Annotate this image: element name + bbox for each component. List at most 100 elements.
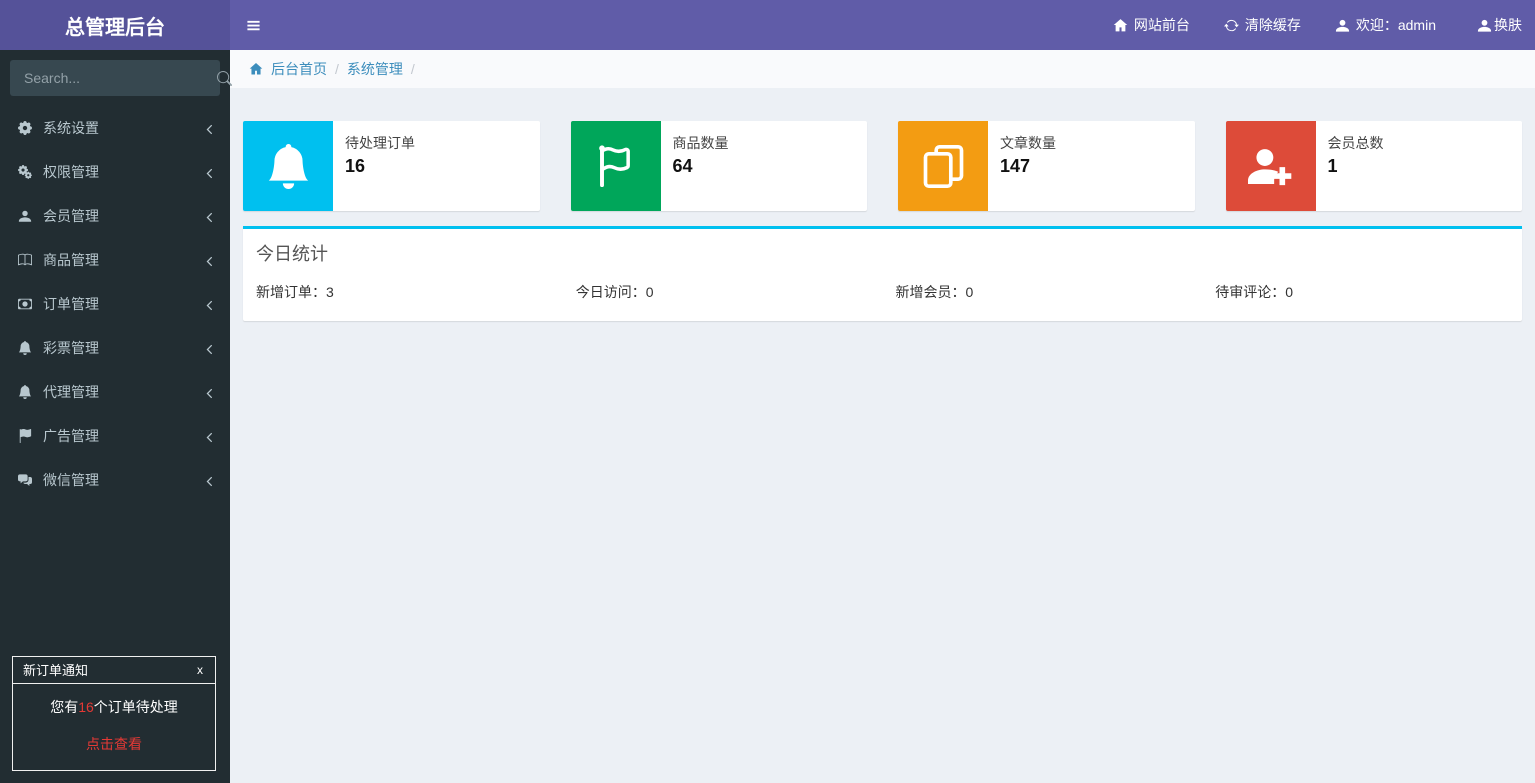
app-logo[interactable]: 总管理后台 — [0, 0, 230, 50]
stat-card-pending-orders: 待处理订单 16 — [243, 121, 540, 211]
copy-icon — [898, 121, 988, 211]
flag-icon — [15, 429, 35, 443]
breadcrumb-separator: / — [410, 61, 415, 77]
sidebar-item-label: 系统设置 — [43, 120, 99, 136]
stat-card-value: 16 — [345, 156, 366, 176]
search-icon — [217, 71, 232, 86]
sidebar-item-label: 代理管理 — [43, 384, 99, 400]
stat-pending-comments: 待审评论：0 — [1215, 284, 1294, 300]
today-stats-row: 新增订单：3 今日访问：0 新增会员：0 待审评论：0 — [243, 268, 1522, 321]
stat-card-article-count: 文章数量 147 — [898, 121, 1195, 211]
chevron-left-icon — [204, 252, 215, 268]
order-notification-box: 新订单通知 x 您有16个订单待处理 点击查看 — [12, 656, 216, 771]
stat-new-members: 新增会员：0 — [895, 284, 974, 300]
notification-title: 新订单通知 — [23, 663, 89, 678]
comments-icon — [15, 473, 35, 487]
stat-card-value: 147 — [1000, 156, 1031, 176]
notification-message: 您有16个订单待处理 — [50, 699, 178, 715]
stat-card-value: 1 — [1327, 156, 1338, 176]
chevron-left-icon — [204, 164, 215, 180]
top-navbar: 网站前台 清除缓存 欢迎：admin 换肤 — [230, 0, 1535, 50]
chevron-left-icon — [204, 340, 215, 356]
sidebar-item-agents[interactable]: 代理管理 — [0, 370, 230, 414]
stat-card-label: 文章数量 — [1000, 135, 1056, 151]
sidebar-item-ads[interactable]: 广告管理 — [0, 414, 230, 458]
person-icon — [1477, 18, 1492, 33]
sidebar-item-lottery[interactable]: 彩票管理 — [0, 326, 230, 370]
today-stats-panel: 今日统计 新增订单：3 今日访问：0 新增会员：0 待审评论：0 — [243, 226, 1522, 321]
sidebar-item-label: 彩票管理 — [43, 340, 99, 356]
gears-icon — [15, 165, 35, 179]
hamburger-icon — [246, 18, 261, 33]
notification-body: 您有16个订单待处理 点击查看 — [13, 684, 215, 770]
dashboard-main: 待处理订单 16 商品数量 64 文章数量 147 会员总数 1 今日统计 新增… — [230, 88, 1535, 321]
refresh-icon — [1224, 18, 1239, 33]
stat-card-label: 会员总数 — [1327, 135, 1384, 151]
sidebar-toggle-button[interactable] — [230, 0, 277, 50]
panel-title: 今日统计 — [256, 244, 328, 264]
bell-icon — [15, 385, 35, 399]
sidebar: 系统设置 权限管理 会员管理 商品管理 订单管理 彩票管理 — [0, 50, 230, 783]
chevron-left-icon — [204, 472, 215, 488]
chevron-left-icon — [204, 208, 215, 224]
content-area: 后台首页 / 系统管理 / 待处理订单 16 商品数量 64 文章数量 147 … — [230, 0, 1535, 783]
chevron-left-icon — [204, 120, 215, 136]
search-button[interactable] — [205, 70, 244, 86]
sidebar-item-system-settings[interactable]: 系统设置 — [0, 106, 230, 150]
nav-label: 换肤 — [1494, 17, 1522, 33]
stat-new-orders: 新增订单：3 — [256, 284, 334, 300]
stat-card-value: 64 — [672, 156, 693, 176]
sidebar-item-label: 权限管理 — [43, 164, 99, 180]
nav-clear-cache[interactable]: 清除缓存 — [1207, 0, 1318, 50]
sidebar-item-orders[interactable]: 订单管理 — [0, 282, 230, 326]
home-icon — [1113, 18, 1128, 33]
nav-change-skin[interactable]: 换肤 — [1453, 0, 1535, 50]
sidebar-item-label: 订单管理 — [43, 296, 99, 312]
user-plus-icon — [1225, 121, 1316, 211]
stat-cards-row: 待处理订单 16 商品数量 64 文章数量 147 会员总数 1 — [243, 121, 1522, 211]
sidebar-item-label: 微信管理 — [43, 472, 99, 488]
view-orders-link[interactable]: 点击查看 — [86, 734, 142, 754]
stat-today-visits: 今日访问：0 — [575, 284, 654, 300]
sidebar-item-label: 商品管理 — [43, 252, 99, 268]
gear-icon — [15, 121, 35, 135]
sidebar-item-permissions[interactable]: 权限管理 — [0, 150, 230, 194]
user-icon — [1335, 18, 1350, 33]
flag-icon — [570, 121, 661, 211]
breadcrumb-separator: / — [335, 61, 339, 77]
top-nav-right: 网站前台 清除缓存 欢迎：admin 换肤 — [1096, 0, 1535, 50]
breadcrumb-home-link[interactable]: 后台首页 — [271, 59, 327, 79]
breadcrumb: 后台首页 / 系统管理 / — [230, 50, 1535, 88]
close-icon[interactable]: x — [195, 663, 205, 677]
bell-icon — [243, 121, 333, 211]
bell-icon — [15, 341, 35, 355]
nav-label: 网站前台 — [1133, 17, 1190, 33]
stat-card-label: 商品数量 — [672, 135, 729, 151]
top-header: 总管理后台 网站前台 清除缓存 欢迎：admin 换肤 — [0, 0, 1535, 50]
book-icon — [15, 253, 35, 267]
search-input[interactable] — [10, 70, 205, 86]
sidebar-item-label: 会员管理 — [43, 208, 99, 224]
nav-site-frontend[interactable]: 网站前台 — [1096, 0, 1207, 50]
notification-header: 新订单通知 x — [13, 657, 215, 684]
home-icon — [249, 62, 263, 76]
user-icon — [15, 209, 35, 223]
sidebar-item-wechat[interactable]: 微信管理 — [0, 458, 230, 502]
chevron-left-icon — [204, 428, 215, 444]
sidebar-item-products[interactable]: 商品管理 — [0, 238, 230, 282]
sidebar-item-members[interactable]: 会员管理 — [0, 194, 230, 238]
pending-order-count: 16 — [78, 699, 94, 715]
sidebar-item-label: 广告管理 — [43, 428, 99, 444]
sidebar-menu: 系统设置 权限管理 会员管理 商品管理 订单管理 彩票管理 代理管理 广告管理 … — [0, 106, 230, 502]
stat-card-member-total: 会员总数 1 — [1225, 121, 1522, 211]
stat-card-product-count: 商品数量 64 — [570, 121, 867, 211]
chevron-left-icon — [204, 384, 215, 400]
sidebar-search — [10, 60, 220, 96]
stat-card-label: 待处理订单 — [345, 135, 415, 151]
money-icon — [15, 297, 35, 311]
nav-label: 欢迎：admin — [1355, 17, 1436, 33]
chevron-left-icon — [204, 296, 215, 312]
nav-label: 清除缓存 — [1244, 17, 1301, 33]
breadcrumb-system-link[interactable]: 系统管理 — [347, 59, 403, 79]
nav-welcome-admin[interactable]: 欢迎：admin — [1318, 0, 1453, 50]
